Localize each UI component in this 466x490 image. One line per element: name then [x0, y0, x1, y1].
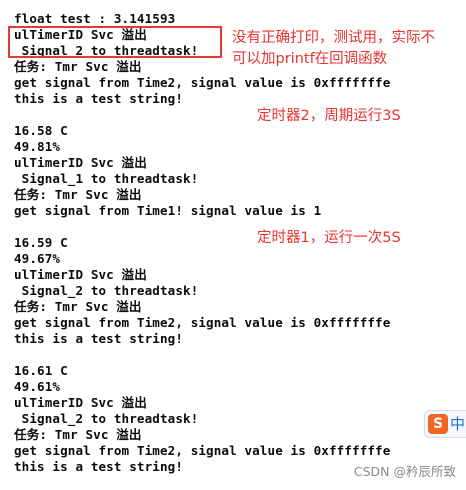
terminal-line: ulTimerID Svc 溢出	[14, 267, 147, 282]
sogou-ime-toolbar[interactable]: S 中	[424, 410, 466, 438]
terminal-line: float test : 3.141593	[14, 11, 176, 26]
terminal-line: Signal_1 to threadtask!	[14, 171, 199, 186]
terminal-line: this is a test string!	[14, 331, 184, 346]
terminal-line: 49.61%	[14, 379, 61, 394]
terminal-line: this is a test string!	[14, 91, 184, 106]
terminal-line: 49.67%	[14, 251, 61, 266]
ime-mode-label[interactable]: 中	[450, 414, 465, 434]
annotation-print-note-line2: 可以加printf在回调函数	[232, 51, 388, 67]
annotation-timer2: 定时器2，周期运行3S	[257, 108, 401, 124]
terminal-line: Signal_2 to threadtask!	[14, 411, 199, 426]
terminal-line: 任务: Tmr Svc 溢出	[14, 427, 142, 442]
terminal-line: get signal from Time2, signal value is 0…	[14, 443, 391, 458]
terminal-line: get signal from Time1! signal value is 1	[14, 203, 322, 218]
terminal-line: 16.59 C	[14, 235, 68, 250]
terminal-line: this is a test string!	[14, 459, 184, 474]
terminal-line: Signal_2 to threadtask!	[14, 283, 199, 298]
sogou-ime-icon[interactable]: S	[428, 414, 448, 434]
annotation-print-note-line1: 没有正确打印，测试用，实际不	[232, 30, 435, 46]
terminal-line: 任务: Tmr Svc 溢出	[14, 59, 142, 74]
terminal-line: 16.61 C	[14, 363, 68, 378]
terminal-line: 49.81%	[14, 139, 61, 154]
highlight-box	[8, 26, 222, 58]
terminal-line: get signal from Time2, signal value is 0…	[14, 75, 391, 90]
terminal-line: get signal from Time2, signal value is 0…	[14, 315, 391, 330]
terminal-line: ulTimerID Svc 溢出	[14, 395, 147, 410]
terminal-line: ulTimerID Svc 溢出	[14, 155, 147, 170]
terminal-line: 16.58 C	[14, 123, 68, 138]
terminal-line: 任务: Tmr Svc 溢出	[14, 299, 142, 314]
csdn-watermark: CSDN @矜辰所致	[353, 464, 456, 479]
terminal-line: 任务: Tmr Svc 溢出	[14, 187, 142, 202]
annotation-timer1: 定时器1，运行一次5S	[257, 230, 401, 246]
